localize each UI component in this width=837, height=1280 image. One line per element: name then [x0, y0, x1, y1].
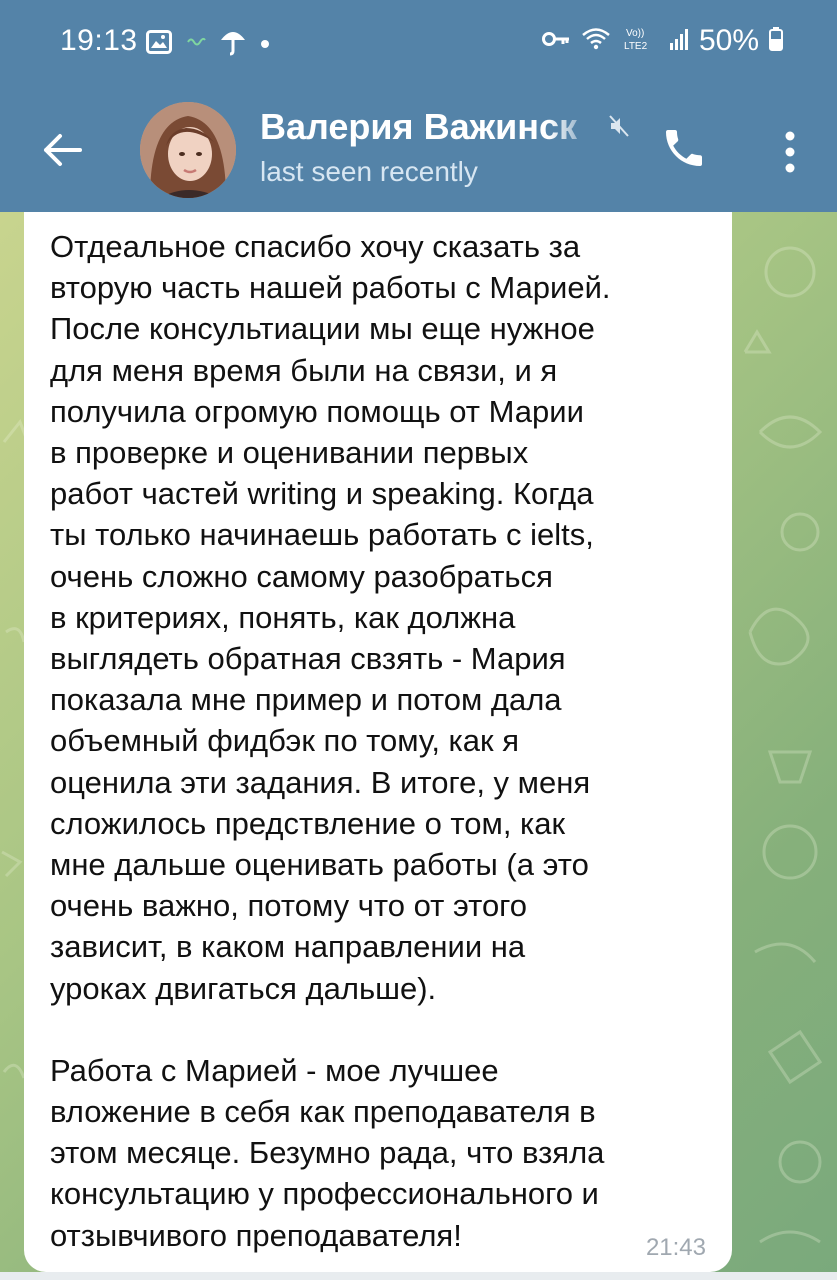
next-message-edge [0, 1272, 837, 1280]
chat-title[interactable]: Валерия Важинск [260, 106, 600, 148]
link-icon [186, 35, 206, 54]
wifi-icon [581, 26, 611, 57]
back-button[interactable] [34, 122, 90, 178]
top-bar: 19:13 Vo)) LTE2 50% Валерия Важинск last… [0, 0, 837, 212]
back-arrow-icon [44, 134, 82, 166]
svg-text:Vo)): Vo)) [626, 28, 644, 39]
volte-icon: Vo)) LTE2 [621, 25, 659, 58]
gallery-icon [146, 30, 172, 59]
status-time: 19:13 [60, 24, 138, 57]
mute-icon [608, 114, 630, 143]
avatar[interactable] [140, 102, 236, 198]
message-bubble[interactable]: Отдеальное спасибо хочу сказать за втору… [24, 212, 732, 1272]
call-button[interactable] [660, 124, 716, 180]
key-icon [541, 30, 571, 53]
chat-header: Валерия Важинск last seen recently [0, 92, 837, 212]
status-bar: 19:13 Vo)) LTE2 50% [0, 0, 837, 88]
message-time: 21:43 [645, 1234, 706, 1261]
battery-text: 50% [698, 24, 759, 57]
battery-icon [769, 26, 783, 56]
umbrella-icon [220, 28, 246, 61]
more-vert-icon [785, 131, 795, 173]
signal-icon [669, 27, 689, 56]
status-left-icons [146, 28, 270, 61]
phone-icon [666, 130, 702, 166]
message-paragraph-1: Отдеальное спасибо хочу сказать за втору… [50, 229, 611, 1006]
dot-icon [260, 36, 270, 54]
svg-text:LTE2: LTE2 [624, 41, 648, 52]
message-paragraph-2: Работа с Марией - мое лучшее вложение в … [50, 1052, 605, 1253]
status-right-icons: Vo)) LTE2 50% [541, 24, 783, 58]
more-menu-button[interactable] [770, 128, 810, 176]
chat-subtitle: last seen recently [260, 156, 478, 187]
